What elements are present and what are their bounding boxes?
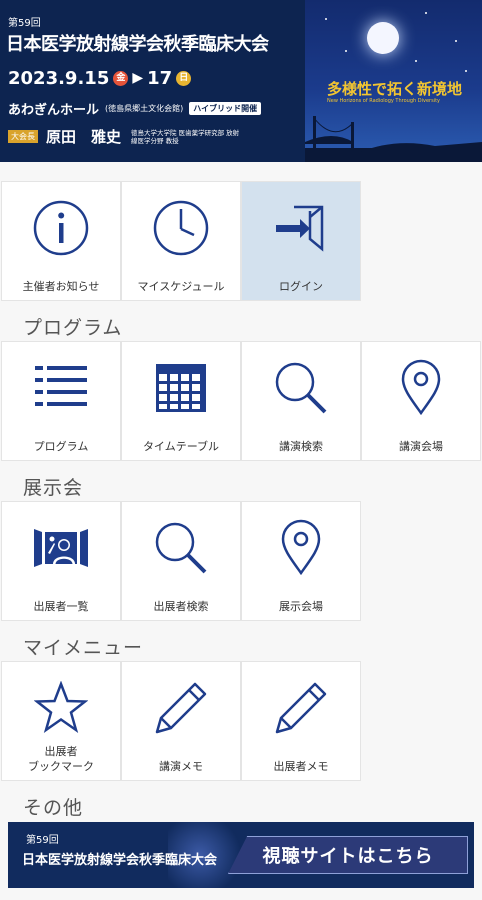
banner-dates: 2023.9.15 金 ▶ 17 日 [8, 66, 192, 90]
tile-label: プログラム [33, 440, 89, 453]
tile-label: ログイン [279, 280, 323, 293]
tile-lecture-search[interactable]: 講演検索 [241, 341, 361, 461]
tile-timetable[interactable]: タイムテーブル [121, 341, 241, 461]
tile-exhibitor-memo[interactable]: 出展者メモ [241, 661, 361, 781]
banner-day-start: 金 [113, 70, 129, 86]
banner-title: 日本医学放射線学会秋季臨床大会 [6, 34, 269, 55]
pencil-icon [269, 676, 333, 740]
banner-artwork: 多様性で拓く新境地 New Horizons of Radiology Thro… [305, 0, 482, 162]
pencil-icon [149, 676, 213, 740]
tile-label: 出展者 ブックマーク [2, 744, 120, 774]
location-pin-icon [269, 516, 333, 580]
section-title-exhibition: 展示会 [23, 477, 84, 499]
section-title-other: その他 [23, 797, 84, 819]
bottom-banner-title: 日本医学放射線学会秋季臨床大会 [22, 853, 218, 868]
search-icon [269, 356, 333, 420]
exhibitor-icon [29, 516, 93, 580]
calendar-icon [149, 356, 213, 420]
bridge-icon [305, 116, 482, 162]
tile-label: タイムテーブル [142, 440, 220, 453]
search-icon [149, 516, 213, 580]
banner-slogan: 多様性で拓く新境地 [327, 80, 463, 98]
tile-label: 主催者お知らせ [22, 280, 100, 293]
tile-label-line2: ブックマーク [28, 760, 94, 773]
play-arrow-icon: ▶ [132, 70, 144, 86]
star-icon [29, 676, 93, 740]
tile-exhibitor-list[interactable]: 出展者一覧 [1, 501, 121, 621]
tile-exhibitor-search[interactable]: 出展者検索 [121, 501, 241, 621]
clock-icon [149, 196, 213, 260]
app-screen: 第59回 日本医学放射線学会秋季臨床大会 2023.9.15 金 ▶ 17 日 … [0, 0, 482, 900]
banner-slogan-en: New Horizons of Radiology Through Divers… [327, 98, 441, 104]
banner-info: 第59回 日本医学放射線学会秋季臨床大会 2023.9.15 金 ▶ 17 日 … [0, 0, 305, 162]
tile-label: 展示会場 [279, 600, 323, 613]
hybrid-badge: ハイブリッド開催 [189, 102, 262, 115]
tile-lecture-memo[interactable]: 講演メモ [121, 661, 241, 781]
banner-venue-note: (徳島県郷土文化会館) [105, 104, 184, 113]
tile-my-schedule[interactable]: マイスケジュール [121, 181, 241, 301]
tile-login[interactable]: ログイン [241, 181, 361, 301]
list-icon [29, 356, 93, 420]
tile-label: 出展者メモ [273, 760, 329, 773]
chair-name: 原田 雅史 [46, 128, 122, 146]
section-title-mymenu: マイメニュー [23, 637, 144, 659]
tile-label: 講演会場 [399, 440, 443, 453]
tile-label: 講演検索 [279, 440, 323, 453]
location-pin-icon [389, 356, 453, 420]
bottom-banner-edition: 第59回 [26, 835, 59, 846]
banner-venue: あわぎんホール [8, 103, 100, 118]
header-banner: 第59回 日本医学放射線学会秋季臨床大会 2023.9.15 金 ▶ 17 日 … [0, 0, 482, 162]
tile-label: マイスケジュール [137, 280, 225, 293]
viewing-site-banner[interactable]: 第59回 日本医学放射線学会秋季臨床大会 視聴サイトはこちら [8, 822, 474, 888]
chair-affiliation: 徳島大学大学院 医歯薬学研究部 放射線医学分野 教授 [131, 128, 240, 145]
banner-venue-row: あわぎんホール (徳島県郷土文化会館) ハイブリッド開催 [8, 99, 262, 118]
tile-exhibition-venue[interactable]: 展示会場 [241, 501, 361, 621]
banner-date-end: 17 [147, 67, 173, 89]
banner-chair-row: 大会長 原田 雅史 徳島大学大学院 医歯薬学研究部 放射線医学分野 教授 [8, 126, 241, 147]
banner-date-start: 2023.9.15 [8, 67, 110, 89]
chair-tag: 大会長 [8, 130, 38, 143]
section-title-program: プログラム [23, 317, 123, 339]
info-icon [29, 196, 93, 260]
tile-exhibitor-bookmark[interactable]: 出展者 ブックマーク [1, 661, 121, 781]
login-icon [269, 196, 333, 260]
tile-label: 講演メモ [159, 760, 203, 773]
moon-icon [367, 22, 399, 54]
tile-lecture-venue[interactable]: 講演会場 [361, 341, 481, 461]
tile-label: 出展者検索 [153, 600, 209, 613]
banner-edition: 第59回 [8, 18, 41, 29]
tile-program[interactable]: プログラム [1, 341, 121, 461]
viewing-site-button[interactable]: 視聴サイトはこちら [228, 836, 468, 874]
tile-organizer-news[interactable]: 主催者お知らせ [1, 181, 121, 301]
banner-day-end: 日 [176, 70, 192, 86]
tile-label-line1: 出展者 [44, 745, 78, 758]
tile-label: 出展者一覧 [33, 600, 89, 613]
